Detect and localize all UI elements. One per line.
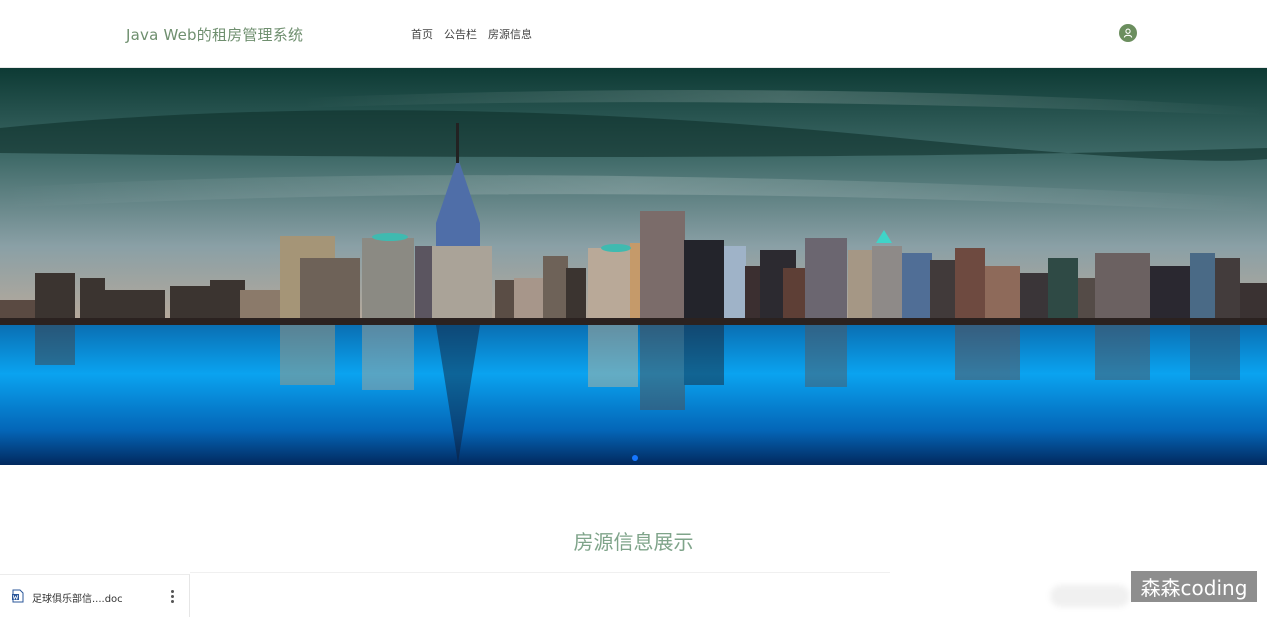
blurred-overlay: [1050, 585, 1130, 607]
top-header: Java Web的租房管理系统 首页 公告栏 房源信息: [0, 0, 1267, 68]
user-avatar-icon[interactable]: [1119, 24, 1137, 42]
nav-home[interactable]: 首页: [411, 26, 433, 42]
download-file-name[interactable]: 足球俱乐部信....doc: [32, 590, 123, 605]
hero-carousel[interactable]: [0, 68, 1267, 465]
section-divider: [190, 572, 890, 573]
watermark: 森森coding: [1131, 571, 1257, 602]
nav-notice-board[interactable]: 公告栏: [444, 26, 477, 42]
city-skyline-image: [0, 68, 1267, 465]
main-nav: 首页 公告栏 房源信息: [411, 26, 532, 42]
more-vertical-icon[interactable]: [166, 586, 178, 606]
site-brand[interactable]: Java Web的租房管理系统: [126, 24, 303, 45]
user-silhouette-icon: [1123, 28, 1133, 38]
download-bar: 足球俱乐部信....doc: [0, 574, 190, 617]
nav-housing-info[interactable]: 房源信息: [488, 26, 532, 42]
word-doc-icon: [12, 589, 24, 603]
section-title: 房源信息展示: [573, 530, 694, 554]
carousel-indicator-active[interactable]: [632, 455, 638, 461]
